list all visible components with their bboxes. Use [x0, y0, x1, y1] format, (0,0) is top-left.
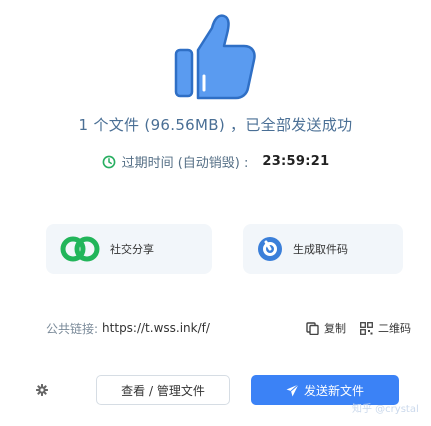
- social-share-button[interactable]: 社交分享: [46, 224, 212, 274]
- qr-code-button[interactable]: 二维码: [360, 320, 411, 336]
- success-message: 1 个文件 (96.56MB) ，已全部发送成功: [78, 116, 353, 134]
- public-link-url[interactable]: https://t.wss.ink/f/: [102, 321, 210, 335]
- gear-icon: [36, 384, 48, 396]
- countdown-timer: 23:59:21: [262, 154, 330, 169]
- pickup-code-label: 生成取件码: [293, 243, 348, 256]
- copy-link-button[interactable]: 复制: [306, 320, 346, 336]
- clock-icon: [102, 155, 115, 168]
- manage-files-button[interactable]: 查看 / 管理文件: [96, 375, 230, 405]
- watermark: 知乎 @crystal: [352, 404, 419, 415]
- share-icon: [60, 236, 100, 262]
- send-new-file-label: 发送新文件: [303, 383, 364, 398]
- qr-label: 二维码: [378, 322, 411, 335]
- thumbs-up-icon: [174, 14, 256, 100]
- send-icon: [286, 383, 299, 396]
- expire-label: 过期时间 (自动销毁) :: [121, 156, 249, 171]
- code-icon: [258, 237, 282, 261]
- copy-label: 复制: [324, 322, 346, 335]
- public-link-label: 公共链接:: [46, 321, 99, 336]
- qr-icon: [360, 321, 373, 335]
- copy-icon: [306, 321, 319, 335]
- public-link-row: 公共链接: https://t.wss.ink/f/ 复制 二维码: [46, 319, 411, 337]
- settings-button[interactable]: [23, 375, 61, 405]
- expire-row: 过期时间 (自动销毁) : 23:59:21: [0, 152, 431, 171]
- social-share-label: 社交分享: [110, 243, 154, 256]
- pickup-code-button[interactable]: 生成取件码: [243, 224, 403, 274]
